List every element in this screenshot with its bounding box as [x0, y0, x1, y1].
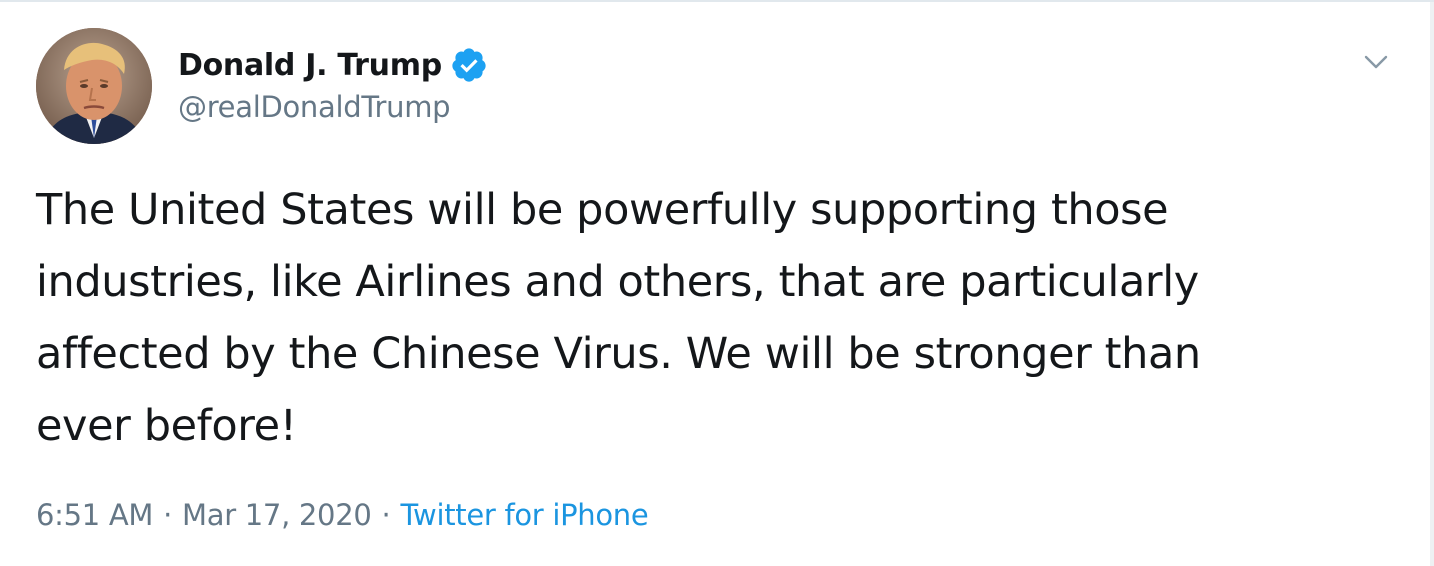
more-options-button[interactable]	[1356, 42, 1396, 82]
avatar-image	[36, 28, 152, 144]
tweet-text-line: industries, like Airlines and others, th…	[36, 257, 1199, 307]
verified-badge-icon	[450, 46, 488, 84]
tweet-date[interactable]: Mar 17, 2020	[182, 498, 372, 532]
scroll-edge	[1430, 2, 1434, 566]
display-name[interactable]: Donald J. Trump	[178, 48, 442, 83]
tweet-source-link[interactable]: Twitter for iPhone	[400, 498, 648, 532]
meta-separator: ·	[163, 498, 173, 532]
meta-separator: ·	[381, 498, 391, 532]
tweet-text-line: ever before!	[36, 401, 297, 451]
tweet-meta: 6:51 AM · Mar 17, 2020 · Twitter for iPh…	[36, 492, 649, 538]
tweet-card: Donald J. Trump @realDonaldTrump The Uni…	[0, 0, 1434, 566]
display-name-row[interactable]: Donald J. Trump	[178, 44, 488, 86]
tweet-text-line: The United States will be powerfully sup…	[36, 185, 1169, 235]
chevron-down-icon	[1364, 55, 1388, 69]
tweet-text: The United States will be powerfully sup…	[36, 174, 1406, 462]
tweet-text-line: affected by the Chinese Virus. We will b…	[36, 329, 1201, 379]
avatar[interactable]	[36, 28, 152, 144]
user-handle[interactable]: @realDonaldTrump	[178, 90, 451, 124]
tweet-time[interactable]: 6:51 AM	[36, 498, 153, 532]
